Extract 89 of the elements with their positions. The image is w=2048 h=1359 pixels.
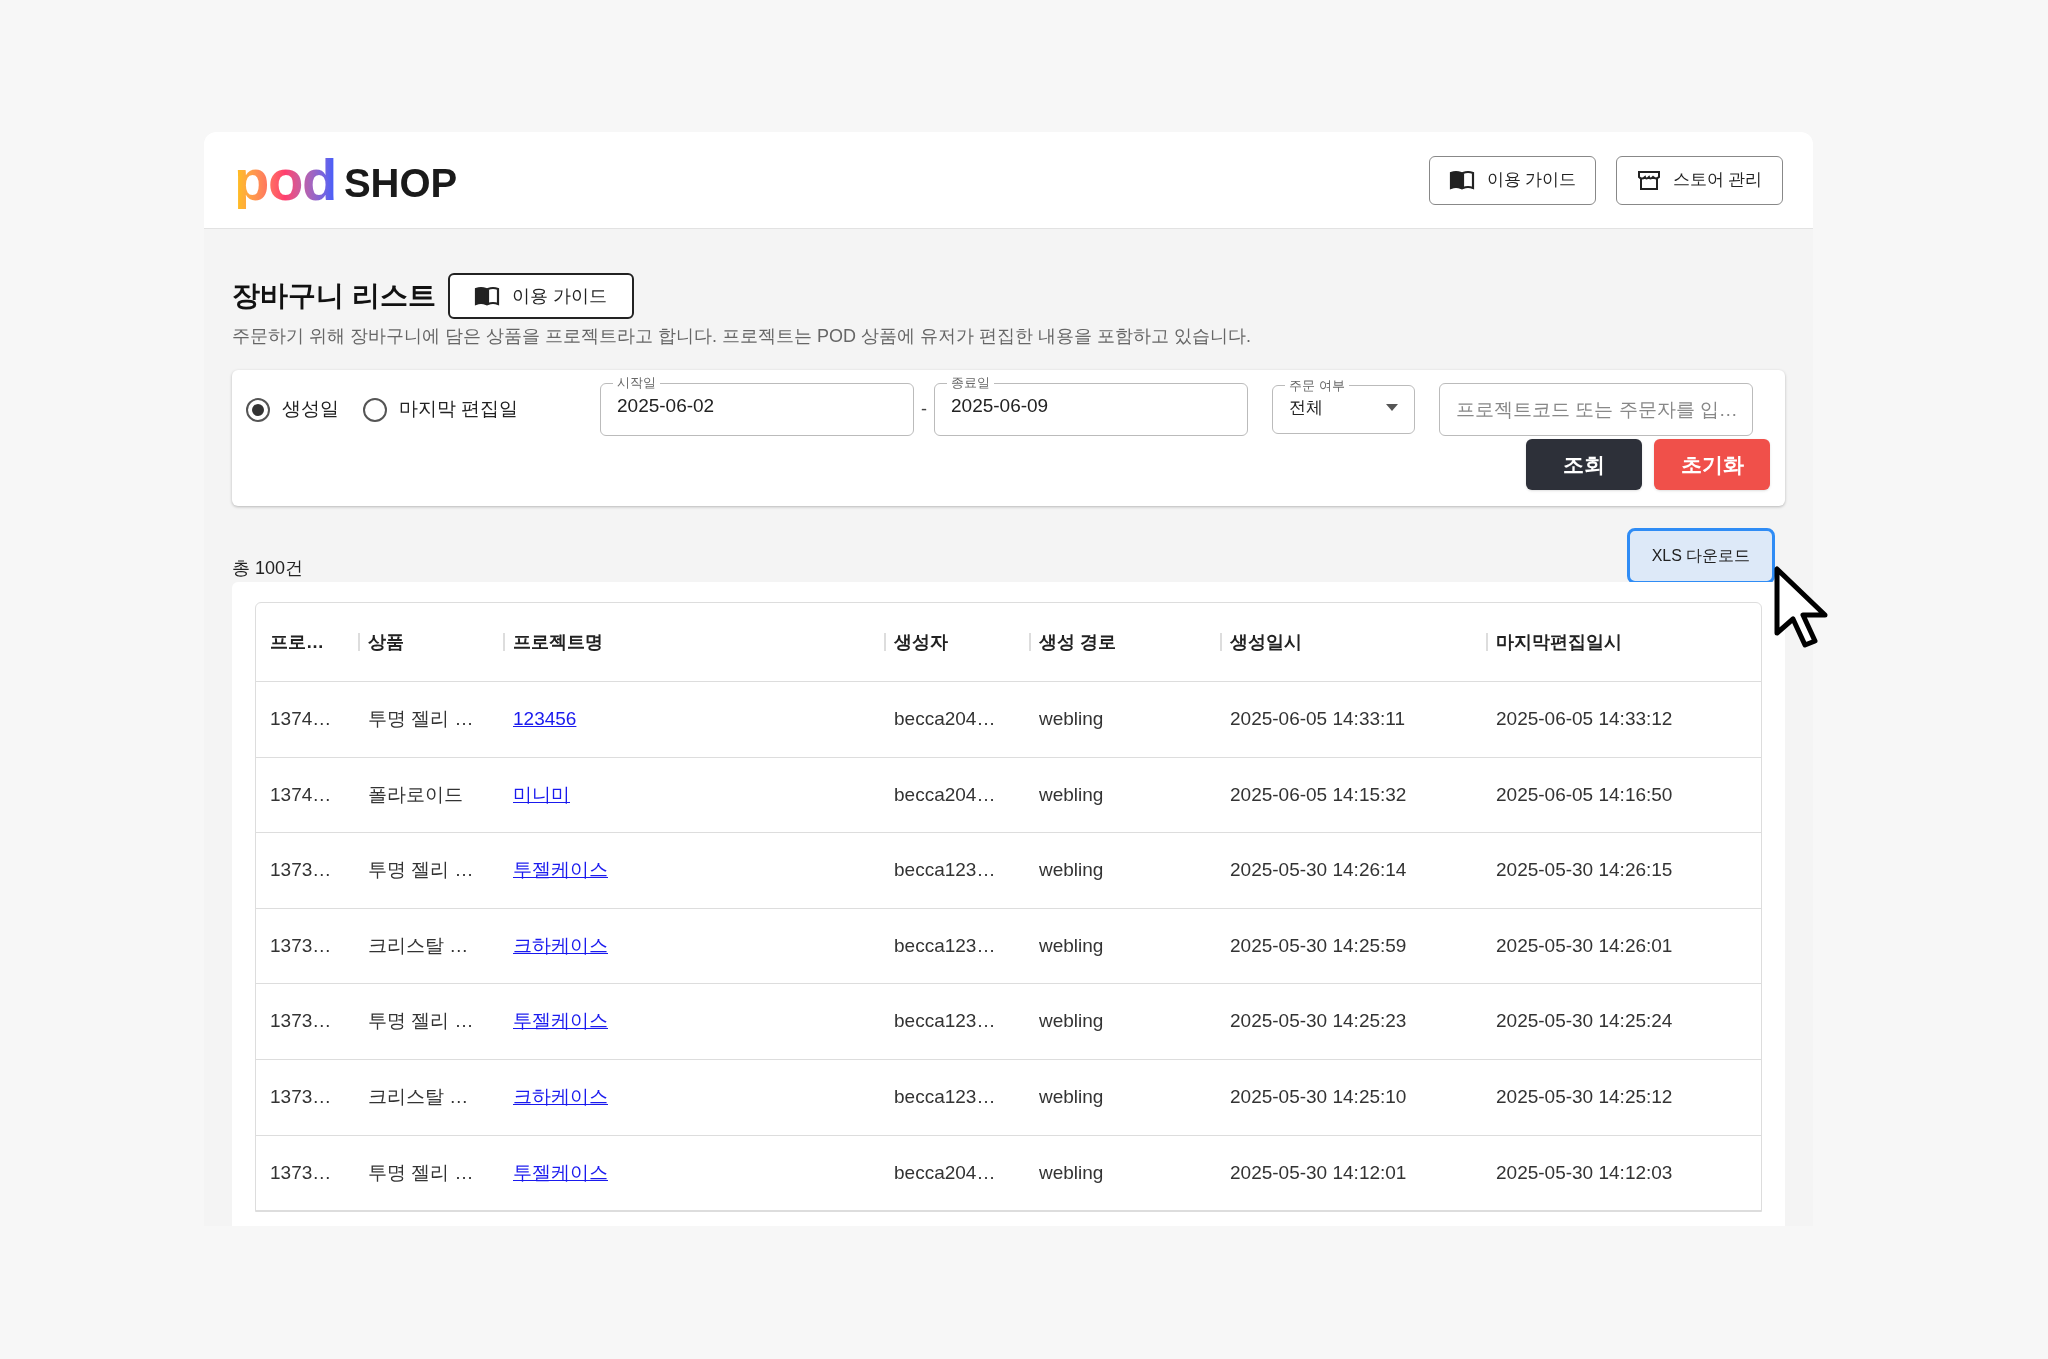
date-separator: - — [920, 398, 928, 421]
project-link[interactable]: 크하케이스 — [513, 1086, 608, 1107]
table-cell: 2025-05-30 14:26:14 — [1230, 859, 1407, 881]
table-cell: webling — [1039, 783, 1104, 805]
table-cell: 2025-05-30 14:25:24 — [1496, 1010, 1673, 1032]
table-row[interactable]: 1373… 투명 젤리 … 투젤케이스 becca204… webling 2025-05-30 14:12:01 2025-05-30 14:12:03 — [256, 1135, 1761, 1212]
table-row[interactable]: 1373… 크리스탈 … 크하케이스 becca123… webling 2025-05-30 14:25:10 2025-05-30 14:25:12 — [256, 1059, 1761, 1136]
table-row[interactable]: 1373… 투명 젤리 … 투젤케이스 becca123… webling 2025-05-30 14:25:23 2025-05-30 14:25:24 — [256, 984, 1761, 1060]
table-cell: 2025-05-30 14:26:01 — [1496, 934, 1673, 956]
start-date-field[interactable]: 시작일 2025-06-02 — [600, 374, 914, 436]
table-cell: 폴라로이드 — [368, 783, 463, 805]
column-header: 프로… — [270, 630, 324, 654]
table-cell: becca123… — [894, 1086, 996, 1107]
table-cell: webling — [1039, 859, 1104, 881]
project-link[interactable]: 투젤케이스 — [513, 1010, 608, 1032]
dropdown-caret-icon — [1386, 403, 1398, 411]
guide-button[interactable]: 이용 가이드 — [447, 273, 634, 319]
table-cell: webling — [1039, 1010, 1104, 1032]
reset-button[interactable]: 초기화 — [1654, 439, 1770, 490]
column-header: 마지막편집일시 — [1496, 630, 1622, 654]
table-cell: 2025-05-30 14:25:23 — [1230, 1010, 1407, 1032]
table-cell: 1373… — [270, 1161, 332, 1183]
table-cell: becca204… — [894, 1161, 996, 1183]
table-cell: becca123… — [894, 859, 996, 881]
project-link[interactable]: 크하케이스 — [513, 934, 608, 956]
field-value: 2025-06-02 — [616, 395, 715, 416]
field-label: 종료일 — [950, 374, 991, 392]
header-button[interactable]: 스토어 관리 — [1616, 155, 1783, 205]
field-value: 2025-06-09 — [950, 395, 1049, 416]
table-cell: 1373… — [270, 859, 332, 881]
field-value: 전체 — [1289, 396, 1323, 419]
table-cell: 2025-05-30 14:25:59 — [1230, 934, 1407, 956]
table-row[interactable]: 1373… 크리스탈 … 크하케이스 becca123… webling 2025-05-30 14:25:59 2025-05-30 14:26:01 — [256, 908, 1761, 985]
table-cell: 1373… — [270, 1086, 332, 1107]
field-label: 시작일 — [616, 374, 657, 392]
table-cell: 크리스탈 … — [368, 1086, 469, 1107]
table-cell: 투명 젤리 … — [368, 708, 474, 730]
search-field[interactable]: 프로젝트코드 또는 주문자를 입… — [1439, 383, 1753, 436]
header-button[interactable]: 이용 가이드 — [1429, 155, 1596, 205]
table-cell: becca204… — [894, 783, 996, 805]
logo-text: SHOP — [343, 163, 458, 207]
table-cell: webling — [1039, 1161, 1104, 1183]
project-link[interactable]: 미니미 — [513, 783, 570, 805]
table-cell: 2025-05-30 14:25:10 — [1230, 1086, 1407, 1107]
column-header: 생성일시 — [1230, 630, 1302, 654]
page-title: 장바구니 리스트 — [232, 279, 436, 313]
column-header: 상품 — [368, 630, 404, 654]
table-cell: 투명 젤리 … — [368, 1161, 474, 1183]
table-cell: webling — [1039, 1086, 1104, 1107]
page-description: 주문하기 위해 장바구니에 담은 상품을 프로젝트라고 합니다. 프로젝트는 POD 상품에 유저가 편집한 내용을 포함하고 있습니다. — [232, 325, 1253, 348]
table-cell: 2025-06-05 14:33:12 — [1496, 708, 1673, 730]
field-label: 주문 여부 — [1288, 376, 1346, 395]
table-row[interactable]: 1374… 폴라로이드 미니미 becca204… webling 2025-06-05 14:15:32 2025-06-05 14:16:50 — [256, 757, 1761, 834]
book-icon — [1448, 169, 1475, 191]
table-cell: 2025-05-30 14:12:01 — [1230, 1161, 1407, 1183]
table-cell: becca123… — [894, 934, 996, 956]
table-cell: 2025-05-30 14:25:12 — [1496, 1086, 1673, 1107]
store-icon — [1636, 169, 1661, 191]
table-cell: 크리스탈 … — [368, 934, 469, 956]
total-count: 총 100건 — [232, 557, 304, 580]
date-type-radio[interactable]: 생성일 — [246, 395, 339, 424]
table-cell: 2025-05-30 14:26:15 — [1496, 859, 1673, 881]
book-icon — [474, 285, 501, 307]
table-cell: webling — [1039, 934, 1104, 956]
table-cell: 1373… — [270, 934, 332, 956]
table-cell: becca123… — [894, 1010, 996, 1032]
table-row[interactable]: 1374… 투명 젤리 … 123456 becca204… webling 2025-06-05 14:33:11 2025-06-05 14:33:12 — [256, 682, 1761, 758]
project-link[interactable]: 123456 — [513, 708, 577, 730]
end-date-field[interactable]: 종료일 2025-06-09 — [934, 374, 1248, 436]
table-cell: 2025-06-05 14:15:32 — [1230, 783, 1407, 805]
search-button[interactable]: 조회 — [1526, 439, 1642, 490]
table-cell: 투명 젤리 … — [368, 1010, 474, 1032]
column-header: 프로젝트명 — [513, 630, 603, 654]
table-cell: 투명 젤리 … — [368, 859, 474, 881]
date-type-radio[interactable]: 마지막 편집일 — [363, 395, 519, 424]
table-cell: webling — [1039, 708, 1104, 730]
project-link[interactable]: 투젤케이스 — [513, 1161, 608, 1183]
xls-download-button[interactable]: XLS 다운로드 — [1627, 528, 1775, 584]
table-cell: 2025-05-30 14:12:03 — [1496, 1161, 1673, 1183]
table-cell: 2025-06-05 14:16:50 — [1496, 783, 1673, 805]
table-cell: 1374… — [270, 708, 332, 730]
column-header: 생성자 — [894, 630, 948, 654]
table-row[interactable]: 1373… 투명 젤리 … 투젤케이스 becca123… webling 2025-05-30 14:26:14 2025-05-30 14:26:15 — [256, 833, 1761, 909]
table-cell: 1373… — [270, 1010, 332, 1032]
table-cell: becca204… — [894, 708, 996, 730]
column-header: 생성 경로 — [1039, 630, 1116, 654]
table-cell: 2025-06-05 14:33:11 — [1230, 708, 1406, 730]
project-link[interactable]: 투젤케이스 — [513, 859, 608, 881]
table-cell: 1374… — [270, 783, 332, 805]
